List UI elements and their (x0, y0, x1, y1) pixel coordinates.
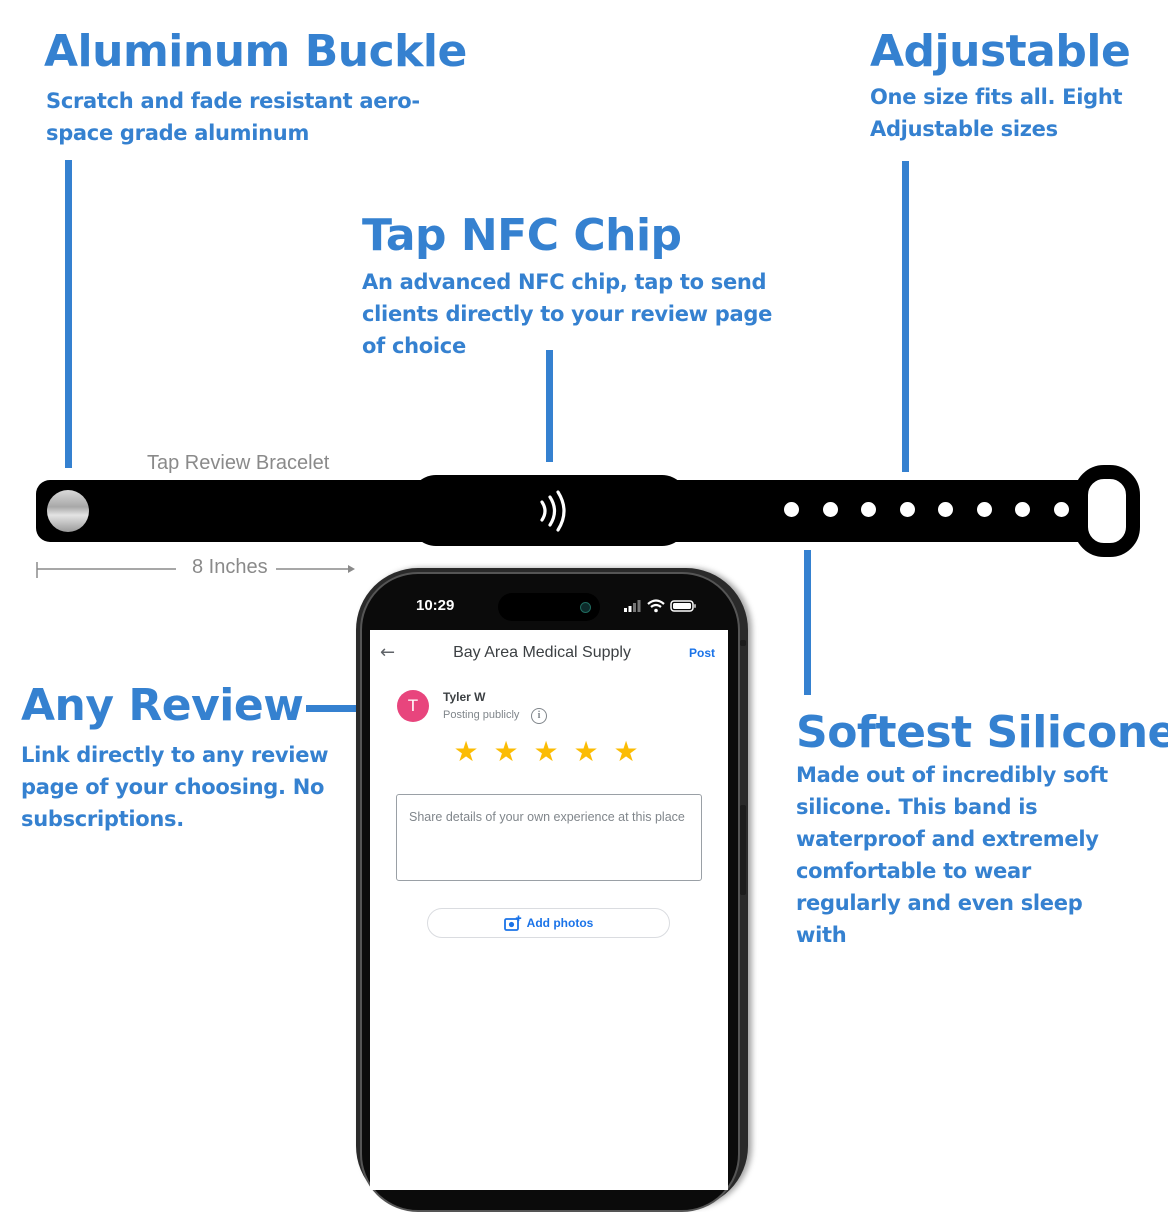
review-description: Link directly to any review page of your… (21, 739, 329, 835)
add-photos-button[interactable]: Add photos (427, 908, 670, 938)
add-photos-label: Add photos (526, 916, 594, 930)
review-input[interactable]: Share details of your own experience at … (396, 794, 702, 881)
length-label: 8 Inches (186, 556, 274, 579)
adjustable-pointer-line (902, 161, 909, 472)
silicone-desc-line: comfortable to wear (796, 859, 1031, 883)
wifi-icon (647, 599, 665, 613)
adjustment-hole (822, 502, 838, 517)
nfc-title: Tap NFC Chip (362, 210, 682, 261)
front-camera (580, 602, 591, 613)
adjustment-hole (938, 502, 953, 517)
business-name: Bay Area Medical Supply (453, 644, 631, 661)
silicone-desc-line: regularly and even sleep (796, 891, 1083, 915)
adjustable-description: One size fits all. Eight Adjustable size… (870, 81, 1123, 145)
silicone-desc-line: waterproof and extremely (796, 827, 1099, 851)
posting-visibility: Posting publicly (443, 709, 520, 721)
nfc-desc-line: of choice (362, 334, 466, 358)
silicone-desc-line: with (796, 923, 847, 947)
status-icons (624, 599, 696, 613)
user-name: Tyler W (443, 690, 486, 704)
info-icon[interactable]: i (531, 708, 547, 724)
post-button[interactable]: Post (689, 646, 715, 660)
star-icon[interactable]: ★ (492, 738, 520, 766)
silicone-description: Made out of incredibly soft silicone. Th… (796, 759, 1108, 951)
nfc-desc-line: An advanced NFC chip, tap to send (362, 270, 767, 294)
back-arrow-icon[interactable]: ← (380, 642, 395, 663)
phone-power-button (740, 805, 746, 895)
adjustable-title: Adjustable (870, 26, 1131, 77)
adjustment-hole (861, 502, 876, 517)
review-pointer-line (306, 705, 356, 712)
star-icon[interactable]: ★ (452, 738, 480, 766)
buckle-pointer-line (65, 160, 72, 468)
silicone-desc-line: silicone. This band is (796, 795, 1038, 819)
star-icon[interactable]: ★ (612, 738, 640, 766)
nfc-description: An advanced NFC chip, tap to send client… (362, 266, 772, 362)
signal-icon (624, 600, 641, 612)
add-photo-camera-icon (503, 915, 521, 931)
phone-side-button (740, 640, 746, 646)
adjustment-hole (784, 502, 799, 517)
buckle-title: Aluminum Buckle (44, 26, 467, 77)
adjustment-hole (1053, 502, 1069, 517)
adjustable-desc-line: Adjustable sizes (870, 117, 1058, 141)
star-rating[interactable]: ★ ★ ★ ★ ★ (452, 738, 640, 766)
star-icon[interactable]: ★ (572, 738, 600, 766)
review-desc-line: page of your choosing. No (21, 775, 325, 799)
band-loop (1074, 465, 1140, 557)
silicone-desc-line: Made out of incredibly soft (796, 763, 1108, 787)
silicone-pointer-line (804, 550, 811, 695)
adjustment-hole (976, 502, 992, 517)
buckle-desc-line: Scratch and fade resistant aero- (46, 89, 420, 113)
review-desc-line: Link directly to any review (21, 743, 329, 767)
star-icon[interactable]: ★ (532, 738, 560, 766)
adjustment-hole (1015, 502, 1030, 517)
review-title: Any Review (21, 680, 304, 731)
nfc-pointer-line (546, 350, 553, 462)
buckle-description: Scratch and fade resistant aero- space g… (46, 85, 420, 149)
avatar: T (397, 690, 429, 722)
battery-icon (670, 600, 696, 612)
nfc-desc-line: clients directly to your review page (362, 302, 773, 326)
silicone-title: Softest Silicone (796, 707, 1168, 758)
adjustable-desc-line: One size fits all. Eight (870, 85, 1123, 109)
metal-buckle-icon (47, 490, 89, 532)
review-desc-line: subscriptions. (21, 807, 184, 831)
bracelet-label: Tap Review Bracelet (147, 452, 330, 474)
buckle-desc-line: space grade aluminum (46, 121, 310, 145)
adjustment-hole (899, 502, 915, 517)
nfc-contactless-icon (540, 490, 566, 532)
status-time: 10:29 (416, 597, 455, 614)
